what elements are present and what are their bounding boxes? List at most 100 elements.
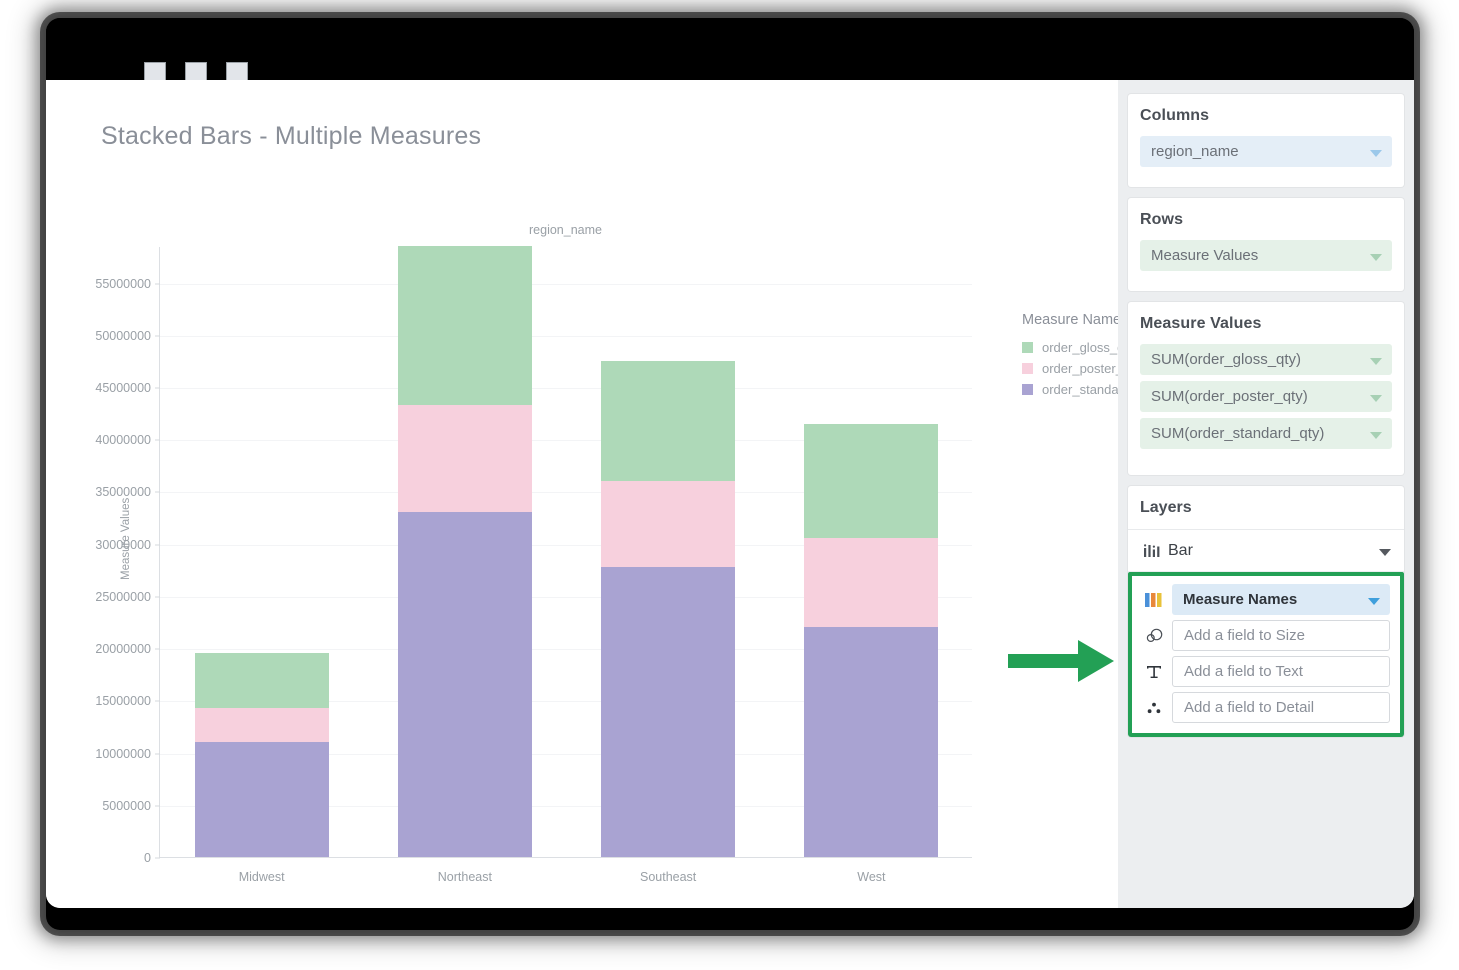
text-icon (1136, 664, 1172, 680)
measure-field-gloss[interactable]: SUM(order_gloss_qty) (1140, 344, 1392, 375)
y-axis-tick-label: 40000000 (95, 433, 151, 447)
y-axis-tick-mark (155, 440, 160, 441)
bar-group[interactable]: Northeast (398, 247, 532, 857)
legend-swatch (1022, 342, 1033, 353)
encoding-field-label: Add a field to Text (1184, 663, 1303, 680)
column-header-label: region_name (159, 223, 972, 237)
plot-area: 0500000010000000150000002000000025000000… (159, 247, 972, 858)
rows-shelf: Rows Measure Values (1128, 198, 1404, 291)
measure-field-poster[interactable]: SUM(order_poster_qty) (1140, 381, 1392, 412)
measure-field-label: SUM(order_gloss_qty) (1151, 351, 1301, 368)
y-axis-tick-mark (155, 335, 160, 336)
rows-title: Rows (1140, 211, 1392, 229)
legend-swatch (1022, 363, 1033, 374)
encoding-row-detail: Add a field to Detail (1136, 692, 1390, 723)
bar-group[interactable]: Southeast (601, 247, 735, 857)
y-axis-tick-label: 15000000 (95, 694, 151, 708)
columns-shelf: Columns region_name (1128, 94, 1404, 187)
columns-field-region-name[interactable]: region_name (1140, 136, 1392, 167)
y-axis-tick-label: 50000000 (95, 329, 151, 343)
color-icon (1136, 593, 1172, 607)
measure-field-label: SUM(order_poster_qty) (1151, 388, 1308, 405)
columns-field-label: region_name (1151, 143, 1239, 160)
y-axis-tick-label: 30000000 (95, 538, 151, 552)
legend-swatch (1022, 384, 1033, 395)
y-axis-tick-mark (155, 283, 160, 284)
app-body: Stacked Bars - Multiple Measures region_… (46, 80, 1414, 908)
encoding-field-size[interactable]: Add a field to Size (1172, 620, 1390, 651)
annotation-arrow-icon (1006, 634, 1118, 688)
measure-values-shelf: Measure Values SUM(order_gloss_qty) SUM(… (1128, 302, 1404, 475)
window-titlebar (46, 18, 1414, 80)
chevron-down-icon[interactable] (1379, 549, 1391, 556)
detail-icon (1136, 701, 1172, 715)
y-axis-tick-mark (155, 492, 160, 493)
encoding-field-label: Add a field to Detail (1184, 699, 1314, 716)
encoding-shelf-highlight: Measure Names Add a field to Siz (1128, 572, 1404, 737)
x-axis-tick-label: Northeast (438, 870, 492, 884)
bar-segment[interactable] (601, 481, 735, 567)
chart-title: Stacked Bars - Multiple Measures (101, 122, 481, 151)
chevron-down-icon[interactable] (1368, 598, 1380, 605)
encoding-row-text: Add a field to Text (1136, 656, 1390, 687)
bar-segment[interactable] (195, 742, 329, 857)
measure-values-title: Measure Values (1140, 315, 1392, 333)
chart-canvas: Stacked Bars - Multiple Measures region_… (46, 80, 1118, 908)
bar-segment[interactable] (804, 627, 938, 857)
shelf-panel: Columns region_name Rows Measure Values … (1118, 80, 1414, 908)
bar-group[interactable]: Midwest (195, 247, 329, 857)
measure-field-label: SUM(order_standard_qty) (1151, 425, 1324, 442)
chevron-down-icon[interactable] (1370, 395, 1382, 402)
encoding-row-size: Add a field to Size (1136, 620, 1390, 651)
y-axis-tick-label: 45000000 (95, 381, 151, 395)
bar-group[interactable]: West (804, 247, 938, 857)
y-axis-tick-mark (155, 701, 160, 702)
rows-field-label: Measure Values (1151, 247, 1258, 264)
y-axis-tick-mark (155, 388, 160, 389)
encoding-field-label: Add a field to Size (1184, 627, 1305, 644)
y-axis-tick-mark (155, 858, 160, 859)
y-axis-tick-mark (155, 649, 160, 650)
bar-chart-icon (1138, 543, 1168, 559)
y-axis-tick-label: 10000000 (95, 747, 151, 761)
measure-field-standard[interactable]: SUM(order_standard_qty) (1140, 418, 1392, 449)
y-axis-tick-label: 5000000 (102, 799, 151, 813)
bar-segment[interactable] (398, 512, 532, 857)
chevron-down-icon[interactable] (1370, 254, 1382, 261)
y-axis-tick-mark (155, 544, 160, 545)
layers-title: Layers (1128, 486, 1404, 530)
y-axis-tick-label: 0 (144, 851, 151, 865)
encoding-field-color[interactable]: Measure Names (1172, 584, 1390, 615)
encoding-row-color: Measure Names (1136, 584, 1390, 615)
y-axis-tick-mark (155, 805, 160, 806)
x-axis-tick-label: Southeast (640, 870, 696, 884)
columns-title: Columns (1140, 107, 1392, 125)
size-icon (1136, 628, 1172, 644)
rows-field-measure-values[interactable]: Measure Values (1140, 240, 1392, 271)
encoding-field-label: Measure Names (1183, 591, 1297, 608)
bar-segment[interactable] (398, 246, 532, 405)
chevron-down-icon[interactable] (1370, 432, 1382, 439)
layer-mark-type-label: Bar (1168, 542, 1193, 560)
bar-segment[interactable] (601, 361, 735, 481)
y-axis-tick-mark (155, 753, 160, 754)
bar-segment[interactable] (195, 708, 329, 742)
bar-segment[interactable] (804, 424, 938, 539)
y-axis-tick-label: 25000000 (95, 590, 151, 604)
y-axis-tick-label: 35000000 (95, 485, 151, 499)
layer-mark-type-bar[interactable]: Bar (1128, 530, 1404, 572)
chevron-down-icon[interactable] (1370, 358, 1382, 365)
y-axis-tick-label: 20000000 (95, 642, 151, 656)
bar-segment[interactable] (804, 538, 938, 627)
bar-segment[interactable] (195, 653, 329, 707)
y-axis-tick-label: 55000000 (95, 277, 151, 291)
encoding-field-detail[interactable]: Add a field to Detail (1172, 692, 1390, 723)
layers-panel: Layers Bar (1128, 486, 1404, 737)
x-axis-tick-label: West (857, 870, 885, 884)
encoding-field-text[interactable]: Add a field to Text (1172, 656, 1390, 687)
y-axis-tick-mark (155, 596, 160, 597)
x-axis-tick-label: Midwest (239, 870, 285, 884)
bar-segment[interactable] (398, 405, 532, 513)
chevron-down-icon[interactable] (1370, 150, 1382, 157)
bar-segment[interactable] (601, 567, 735, 857)
